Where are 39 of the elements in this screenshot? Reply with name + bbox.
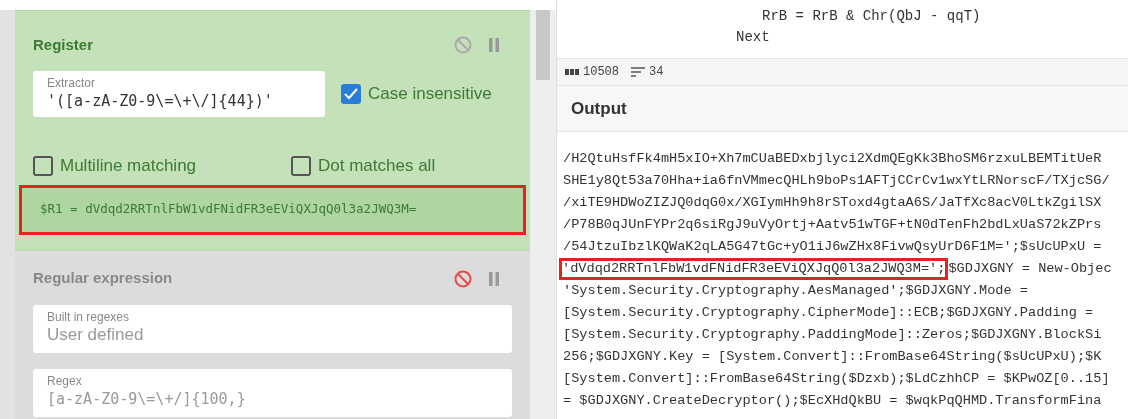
checkbox-label: Dot matches all <box>318 155 436 177</box>
highlighted-output-text: 'dVdqd2RRTnlFbW1vdFNidFR3eEViQXJqQ0l3a2JWQ3M='; <box>559 258 949 280</box>
checkbox[interactable] <box>33 155 53 176</box>
output-line: /H2QtuHsfFk4mH5xIO+Xh7mCUaBEDxbjlyci2XdmQEgKk3BhoSM6rzxuLBEMTitUeR <box>563 150 1103 168</box>
length-icon <box>565 69 579 75</box>
register-result: $R1 = dVdqd2RRTnlFbW1vdFNidFR3eEViQXJqQ0l3a2JWQ3M= <box>19 184 526 235</box>
output-line: [System.Convert]::FromBase64String($Dzxb);$LdCzhhCP = $KPwOZ[0..15] <box>563 370 1111 388</box>
input-field[interactable]: Extractor '([a-zA-Z0-9\=\+\/]{44})' <box>33 71 325 117</box>
field-label: Built in regexes <box>47 309 131 324</box>
output-line: = $GDJXGNY.CreateDecryptor();$EcXHdQkBU = $wqkPqQHMD.TransformFina <box>563 392 1103 410</box>
output-line: /P78B0qJUnFYPr2q6siRgJ9uVyOrtj+Aatv51wTGF+tN0dTenFh2bdLxUaS72kZPrs <box>563 216 1103 234</box>
checkbox[interactable] <box>291 155 311 176</box>
checkbox-label: Multiline matching <box>60 155 197 177</box>
code-line: RrB = RrB & Chr(QbJ - qqT) <box>762 7 982 26</box>
field-value: [a-zA-Z0-9\=\+/]{100,} <box>47 388 247 410</box>
output-line: $GDJXGNY = New-Objec <box>948 260 1112 278</box>
disable-icon[interactable] <box>454 36 472 54</box>
checkbox[interactable] <box>341 84 361 104</box>
scrollbar-thumb[interactable] <box>536 10 550 80</box>
output-line: /54JtzuIbzlKQWaK2qLA5G47tGc+yO1iJ6wZHx8FivwQsyUrD6F1M=';$sUcUPxU = <box>563 238 1103 256</box>
output-title: Output <box>571 97 627 120</box>
field-label: Regex <box>47 373 83 388</box>
code-line: Next <box>736 28 771 47</box>
field-label: Extractor <box>47 76 96 90</box>
field-value: User defined <box>47 324 145 346</box>
field-value: '([a-zA-Z0-9\=\+\/]{44})' <box>47 91 274 112</box>
operation-title: Register <box>33 34 94 55</box>
output-line: 'System.Security.Cryptography.AesManaged';$GDJXGNY.Mode = <box>563 282 1029 300</box>
length-count: 10508 <box>583 64 619 81</box>
line-count: 34 <box>649 64 664 81</box>
pause-icon[interactable] <box>488 38 500 52</box>
output-line: /xiTE9HDWoZIZJQ0dqG0x/XGIymHh9h8rSToxd4gtaA6S/JaTfXc8acV0LtkZgilSX <box>563 194 1103 212</box>
output-line: [System.Security.Cryptography.CipherMode]::ECB;$GDJXGNY.Padding = <box>563 304 1095 322</box>
output-line: SHE1y8Qt53a70Hha+ia6fnVMmecQHLh9boPs1AFTjCCrCv1wxYtLRNorscF/TXjcSG/ <box>563 172 1111 190</box>
lines-icon <box>631 67 645 77</box>
output-line: [System.Security.Cryptography.PaddingMode]::Zeros;$GDJXGNY.BlockSi <box>563 326 1103 344</box>
checkbox-label: Case insensitive <box>368 83 492 106</box>
operation-title: Regular expression <box>33 268 173 289</box>
output-line: 256;$GDJXGNY.Key = [System.Convert]::FromBase64String($sUcUPxU);$K <box>563 348 1103 366</box>
